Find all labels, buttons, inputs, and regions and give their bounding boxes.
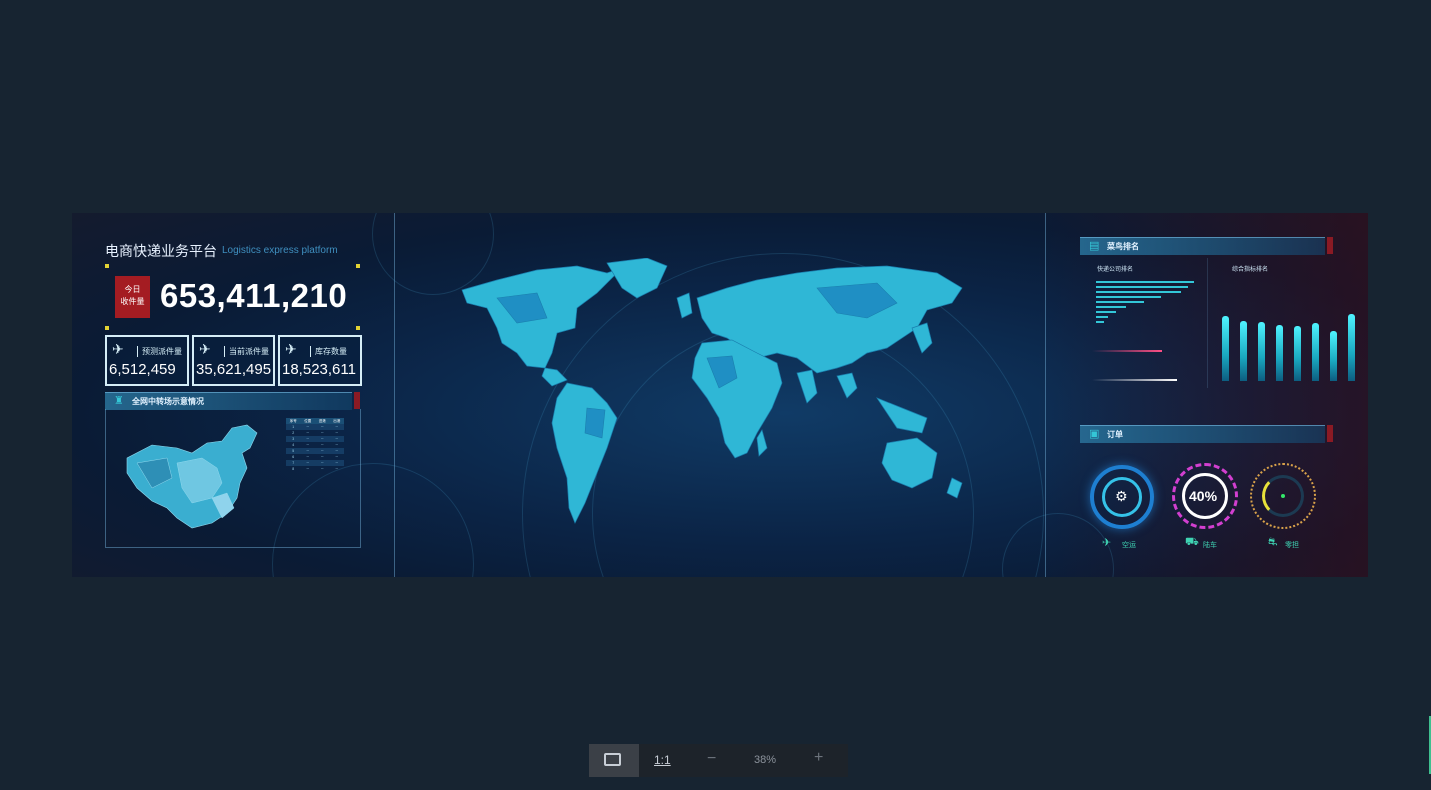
bell-icon: ♜ [114, 395, 124, 407]
page-subtitle: Logistics express platform [222, 245, 338, 256]
motorcycle-icon: ⛐ [1268, 536, 1278, 548]
zoom-in-button[interactable]: + [814, 749, 823, 767]
airplane-icon: ✈ [199, 341, 211, 357]
kpi-inventory: ✈ 库存数量 18,523,611 [278, 335, 362, 386]
ranking-vbar [1330, 331, 1337, 381]
gear-icon: ⚙ [1115, 488, 1128, 504]
actual-size-button[interactable]: 1:1 [654, 753, 671, 767]
ranking-hbar [1096, 286, 1188, 288]
truck-gauge-value: 40% [1189, 488, 1218, 504]
ranking-hbar [1096, 296, 1161, 298]
streak-line-red [1092, 350, 1162, 352]
gauge-label-air: 空运 [1122, 542, 1136, 549]
truck-icon: ⛟ [1185, 536, 1199, 548]
ranking-hbar [1096, 311, 1116, 313]
ranking-vbar [1222, 316, 1229, 381]
airplane-icon: ✈ [112, 341, 124, 357]
order-panel-header: ▣ 订单 [1080, 425, 1325, 443]
ranking-vbar [1276, 325, 1283, 381]
ranking-hbar [1096, 321, 1104, 323]
building-icon: ▤ [1089, 240, 1100, 252]
kpi-forecast-dispatch: ✈ 预测派件量 6,512,459 [105, 335, 189, 386]
zoom-toolbar: 1:1 − 38% + [589, 744, 848, 777]
company-ranking-label: 快递公司排名 [1097, 267, 1134, 273]
ranking-hbar [1096, 281, 1194, 283]
airplane-icon: ✈ [1102, 537, 1112, 549]
ranking-vbar [1348, 314, 1355, 381]
ranking-vbar [1294, 326, 1301, 381]
gauge-label-ltl: 零担 [1285, 542, 1299, 549]
fit-screen-button[interactable] [589, 744, 639, 777]
transit-panel-header: ♜ 全网中转场示意情况 [105, 392, 352, 410]
streak-line-white [1092, 379, 1177, 381]
zoom-level: 38% [754, 754, 777, 766]
ranking-panel-header: ▤ 菜鸟排名 [1080, 237, 1325, 255]
world-map [461, 258, 963, 524]
ranking-hbar [1096, 301, 1144, 303]
zoom-out-button[interactable]: − [707, 750, 716, 768]
today-received-value: 653,411,210 [160, 277, 348, 314]
document-icon: ▣ [1089, 428, 1100, 440]
airplane-icon: ✈ [285, 341, 297, 357]
china-map [126, 424, 258, 529]
ranking-vbar [1258, 322, 1265, 381]
transit-table: 序号 位置 进港 出港 1 ─ ─ ─ 2 ─ ─ ─ 3 ─ ─ ─ 4 ─ ─ ─ 5 ─ ─ ─ 6 ─ ─ ─ 7… [286, 418, 344, 472]
ranking-hbar [1096, 316, 1108, 318]
ranking-vbar [1312, 323, 1319, 381]
composite-ranking-label: 综合指标排名 [1232, 267, 1269, 273]
kpi-current-dispatch: ✈ 当前派件量 35,621,495 [192, 335, 275, 386]
gauge-label-truck: 陆车 [1203, 542, 1217, 549]
ranking-hbar [1096, 291, 1181, 293]
fit-screen-icon [604, 753, 621, 766]
ranking-hbar [1096, 306, 1126, 308]
today-badge: 今日 收件量 [115, 276, 150, 318]
dashboard-canvas: 电商快递业务平台 Logistics express platform 今日 收… [72, 213, 1368, 577]
page-title: 电商快递业务平台 [105, 243, 217, 259]
ranking-vbar [1240, 321, 1247, 381]
